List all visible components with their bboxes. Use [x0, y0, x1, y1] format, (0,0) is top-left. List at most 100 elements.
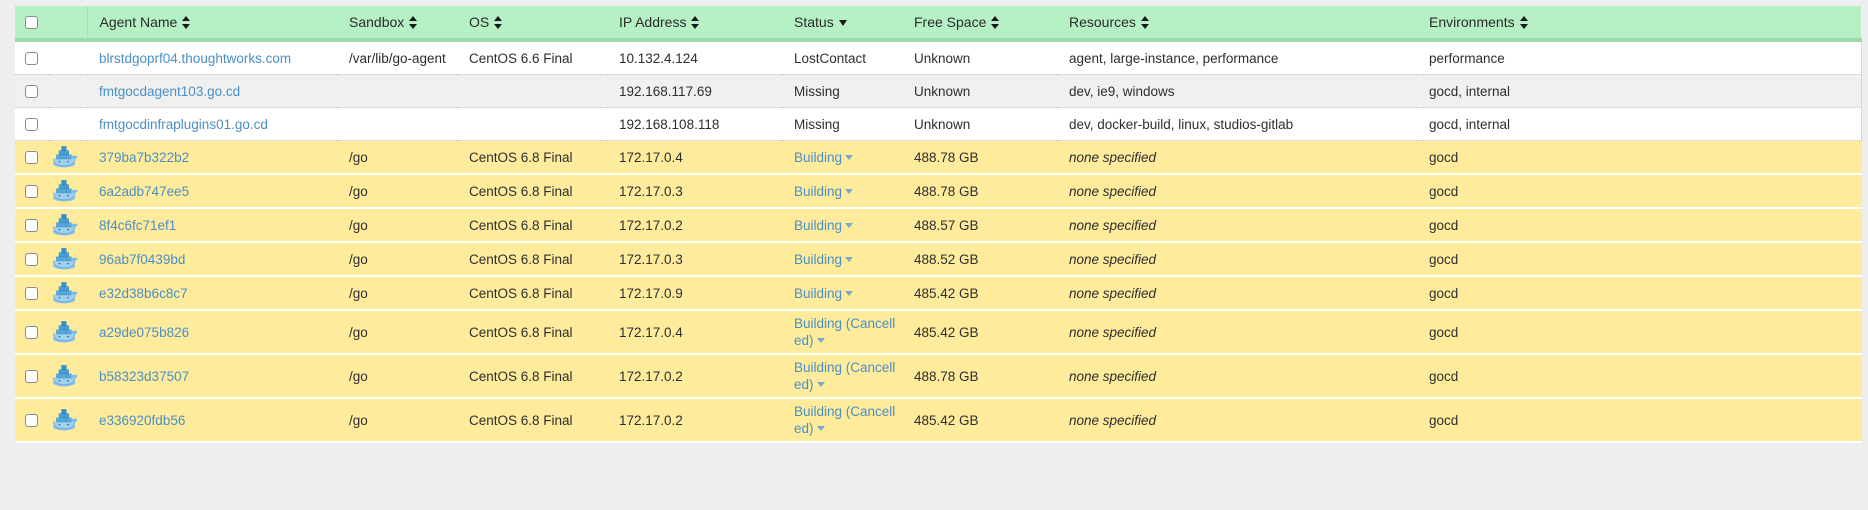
- header-environments[interactable]: Environments: [1417, 6, 1861, 42]
- ip-address-cell: 172.17.0.2: [607, 398, 782, 443]
- status-link[interactable]: Building: [794, 286, 842, 301]
- sort-both-icon[interactable]: [1519, 15, 1529, 30]
- header-sandbox[interactable]: Sandbox: [337, 6, 457, 42]
- row-select-checkbox[interactable]: [25, 252, 38, 266]
- header-free-space[interactable]: Free Space: [902, 6, 1057, 42]
- sandbox-cell: /go: [337, 276, 457, 311]
- status-dropdown[interactable]: Building (Cancelled): [794, 399, 902, 440]
- status-cell: Missing: [782, 74, 902, 108]
- status-link[interactable]: Building: [794, 252, 842, 267]
- agent-name-cell: 379ba7b322b2: [87, 140, 337, 175]
- sandbox-cell: [337, 74, 457, 108]
- status-link[interactable]: Building (Cancelled): [794, 316, 895, 348]
- row-select-checkbox[interactable]: [25, 369, 38, 383]
- agent-name-link[interactable]: 96ab7f0439bd: [99, 252, 185, 267]
- status-text: Missing: [794, 116, 840, 132]
- status-link[interactable]: Building: [794, 150, 842, 165]
- agent-type-icon-cell: [49, 208, 87, 243]
- row-select-checkbox[interactable]: [25, 51, 38, 65]
- table-row[interactable]: fmtgocdagent103.go.cd 192.168.117.69 Missi…: [15, 74, 1862, 108]
- row-select-checkbox[interactable]: [25, 150, 38, 164]
- chevron-down-icon[interactable]: [845, 188, 854, 194]
- agent-type-icon-cell: [49, 74, 87, 108]
- table-row[interactable]: 379ba7b322b2/go CentOS 6.8 Final 172.17.0.…: [15, 140, 1862, 175]
- sort-descending-icon[interactable]: [838, 19, 847, 26]
- header-agent-name[interactable]: Agent Name: [87, 6, 337, 42]
- chevron-down-icon[interactable]: [816, 426, 825, 431]
- status-link[interactable]: Building (Cancelled): [794, 360, 895, 392]
- resources-cell: none specified: [1057, 140, 1417, 175]
- agent-name-link[interactable]: fmtgocdagent103.go.cd: [99, 84, 240, 99]
- sort-both-icon[interactable]: [182, 15, 191, 30]
- agent-name-link[interactable]: a29de075b826: [99, 325, 189, 340]
- table-body: blrstdgoprf04.thoughtworks.com/var/lib/g…: [15, 40, 1862, 443]
- resources-text: none specified: [1069, 285, 1157, 301]
- sort-both-icon[interactable]: [494, 15, 503, 30]
- table-row[interactable]: b58323d37507/go CentOS 6.8 Final 172.17.0.…: [15, 354, 1862, 399]
- row-select-checkbox[interactable]: [25, 184, 38, 198]
- table-row[interactable]: 6a2adb747ee5/go CentOS 6.8 Final 172.17.0.…: [15, 174, 1862, 209]
- row-select-checkbox[interactable]: [25, 286, 38, 300]
- row-select-cell: [15, 107, 49, 141]
- row-select-checkbox[interactable]: [25, 325, 38, 339]
- header-ip-address[interactable]: IP Address: [607, 6, 782, 42]
- row-select-cell: [15, 354, 49, 399]
- os-cell: CentOS 6.8 Final: [457, 242, 607, 277]
- agent-name-link[interactable]: 379ba7b322b2: [99, 150, 189, 165]
- free-space-cell: 488.52 GB: [902, 242, 1057, 277]
- status-dropdown[interactable]: Building: [794, 281, 902, 306]
- os-cell: CentOS 6.8 Final: [457, 174, 607, 209]
- free-space-cell: 485.42 GB: [902, 276, 1057, 311]
- sort-both-icon[interactable]: [409, 15, 418, 30]
- table-row[interactable]: a29de075b826/go CentOS 6.8 Final 172.17.0.…: [15, 310, 1862, 355]
- sort-both-icon[interactable]: [1140, 15, 1150, 30]
- chevron-down-icon[interactable]: [816, 382, 825, 387]
- header-resources[interactable]: Resources: [1057, 6, 1417, 42]
- resources-cell: none specified: [1057, 310, 1417, 355]
- resources-text: none specified: [1069, 324, 1157, 340]
- agent-name-link[interactable]: e336920fdb56: [99, 413, 185, 428]
- status-link[interactable]: Building: [794, 218, 842, 233]
- status-dropdown[interactable]: Building: [794, 247, 902, 272]
- table-row[interactable]: blrstdgoprf04.thoughtworks.com/var/lib/g…: [15, 40, 1862, 75]
- os-cell: CentOS 6.6 Final: [457, 40, 607, 75]
- row-select-checkbox[interactable]: [25, 84, 38, 98]
- agent-name-link[interactable]: 8f4c6fc71ef1: [99, 218, 176, 233]
- chevron-down-icon[interactable]: [845, 154, 854, 160]
- resources-cell: dev, ie9, windows: [1057, 74, 1417, 108]
- os-cell: CentOS 6.8 Final: [457, 398, 607, 443]
- chevron-down-icon[interactable]: [845, 256, 854, 262]
- row-select-checkbox[interactable]: [25, 413, 38, 427]
- table-row[interactable]: e32d38b6c8c7/go CentOS 6.8 Final 172.17.0.…: [15, 276, 1862, 311]
- status-dropdown[interactable]: Building: [794, 179, 902, 204]
- status-link[interactable]: Building: [794, 184, 842, 199]
- row-select-checkbox[interactable]: [25, 218, 38, 232]
- status-dropdown[interactable]: Building (Cancelled): [794, 355, 902, 396]
- table-row[interactable]: 8f4c6fc71ef1/go CentOS 6.8 Final 172.17.0.…: [15, 208, 1862, 243]
- sort-both-icon[interactable]: [691, 15, 700, 30]
- table-row[interactable]: fmtgocdinfraplugins01.go.cd 192.168.108.1…: [15, 107, 1862, 141]
- header-os[interactable]: OS: [457, 6, 607, 42]
- chevron-down-icon[interactable]: [816, 338, 825, 343]
- status-dropdown[interactable]: Building (Cancelled): [794, 311, 902, 352]
- agent-name-link[interactable]: fmtgocdinfraplugins01.go.cd: [99, 117, 268, 132]
- agent-name-cell: 6a2adb747ee5: [87, 174, 337, 209]
- chevron-down-icon[interactable]: [845, 222, 854, 228]
- row-select-checkbox[interactable]: [25, 117, 38, 131]
- agent-name-link[interactable]: blrstdgoprf04.thoughtworks.com: [99, 51, 291, 66]
- agent-name-link[interactable]: 6a2adb747ee5: [99, 184, 189, 199]
- ip-address-cell: 172.17.0.4: [607, 310, 782, 355]
- status-dropdown[interactable]: Building: [794, 213, 902, 238]
- status-dropdown[interactable]: Building: [794, 145, 902, 170]
- status-link[interactable]: Building (Cancelled): [794, 404, 895, 436]
- select-all-checkbox[interactable]: [25, 15, 38, 29]
- status-cell: Building (Cancelled): [782, 310, 902, 355]
- status-text: LostContact: [794, 50, 867, 66]
- sort-both-icon[interactable]: [991, 15, 1000, 30]
- agent-name-link[interactable]: e32d38b6c8c7: [99, 286, 188, 301]
- chevron-down-icon[interactable]: [845, 290, 854, 296]
- table-row[interactable]: e336920fdb56/go CentOS 6.8 Final 172.17.0.…: [15, 398, 1862, 443]
- agent-name-link[interactable]: b58323d37507: [99, 369, 189, 384]
- table-row[interactable]: 96ab7f0439bd/go CentOS 6.8 Final 172.17.0.…: [15, 242, 1862, 277]
- header-status[interactable]: Status: [782, 6, 902, 42]
